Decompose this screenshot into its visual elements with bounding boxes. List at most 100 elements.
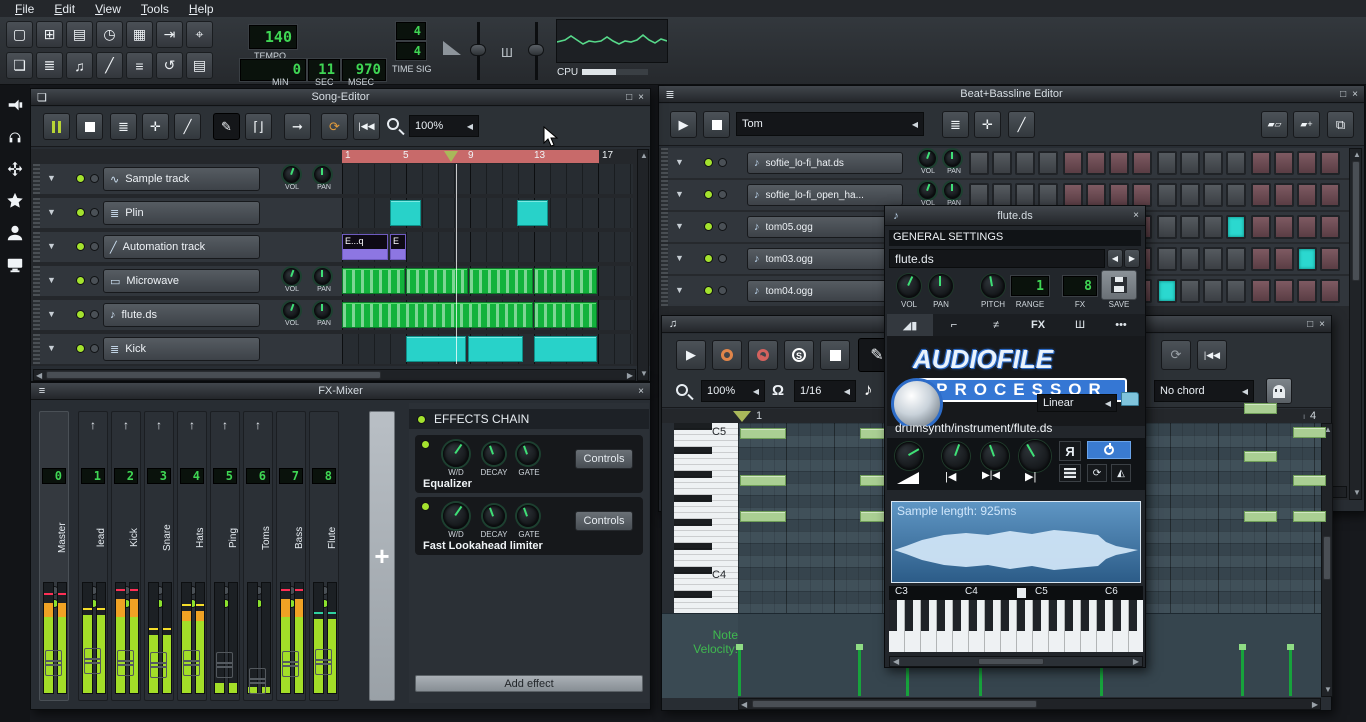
note-length-icon[interactable]: ♪: [864, 380, 873, 400]
fx-channel-bass[interactable]: 7Bass: [276, 411, 306, 701]
wd-knob[interactable]: [443, 441, 469, 467]
effects-chain-led[interactable]: [417, 415, 426, 424]
presets-arrows-icon[interactable]: [5, 159, 25, 179]
close-icon[interactable]: ×: [1319, 319, 1325, 330]
position-marker[interactable]: [733, 411, 751, 422]
pattern-clip[interactable]: [534, 268, 597, 294]
save-project-button[interactable]: ▦: [126, 21, 153, 48]
velocity-bar[interactable]: [1241, 650, 1244, 696]
track-expand-icon[interactable]: ▼: [675, 189, 684, 199]
track-grip[interactable]: [661, 212, 668, 242]
marker[interactable]: [1017, 588, 1026, 598]
track-solo-led[interactable]: [718, 254, 727, 263]
track-volume-knob[interactable]: [919, 182, 936, 199]
track-solo-led[interactable]: [90, 208, 99, 217]
step-cell[interactable]: [1038, 151, 1058, 175]
song-editor-titlebar[interactable]: ❏ Song-Editor □×: [31, 89, 650, 106]
stop-button[interactable]: [76, 113, 103, 140]
pattern-clip[interactable]: [534, 336, 597, 362]
step-cell[interactable]: [1180, 215, 1200, 239]
step-cell[interactable]: [1109, 183, 1129, 207]
step-cell[interactable]: [1180, 151, 1200, 175]
step-cell[interactable]: [1251, 247, 1271, 271]
tab-plugin[interactable]: ◢▮: [887, 314, 933, 336]
step-cell[interactable]: [1226, 279, 1246, 303]
playhead-marker[interactable]: [444, 151, 458, 162]
track-name-button[interactable]: ♪softie_lo-fi_open_ha...: [747, 184, 903, 206]
zoom-combo[interactable]: 100%◀: [409, 115, 479, 137]
menu-tools[interactable]: Tools: [132, 1, 178, 17]
maximize-icon[interactable]: □: [1307, 319, 1313, 330]
add-bb-track-button[interactable]: ≣: [110, 113, 137, 140]
track-mute-led[interactable]: [704, 190, 713, 199]
step-cell[interactable]: [1157, 279, 1177, 303]
pause-button[interactable]: [43, 113, 70, 140]
channel-fader[interactable]: [315, 649, 332, 675]
step-cell[interactable]: [1180, 279, 1200, 303]
follow-playback-button[interactable]: ➞: [284, 113, 311, 140]
step-cell[interactable]: [1157, 183, 1177, 207]
project-notes-button[interactable]: ↺: [156, 52, 183, 79]
stop-button[interactable]: [820, 340, 850, 370]
favorites-star-icon[interactable]: [5, 191, 25, 211]
toggle-automation-editor-button[interactable]: ╱: [96, 52, 123, 79]
add-fx-channel-button[interactable]: +: [369, 411, 395, 701]
decay-knob[interactable]: [483, 443, 505, 465]
note[interactable]: [1244, 403, 1277, 414]
track-mute-led[interactable]: [704, 158, 713, 167]
open-recent-button[interactable]: ◷: [96, 21, 123, 48]
play-button[interactable]: ▶: [670, 111, 697, 138]
track-mute-led[interactable]: [76, 208, 85, 217]
toggle-song-editor-button[interactable]: ❏: [6, 52, 33, 79]
fx-channel-kick[interactable]: ↑2Kick: [111, 411, 141, 701]
step-cell[interactable]: [1203, 279, 1223, 303]
instruments-plug-icon[interactable]: [5, 95, 25, 115]
step-cell[interactable]: [992, 183, 1012, 207]
fx-channel-toms[interactable]: ↑6Toms: [243, 411, 273, 701]
step-cell[interactable]: [1086, 183, 1106, 207]
step-cell[interactable]: [1297, 247, 1317, 271]
channel-fader[interactable]: [150, 652, 167, 678]
track-grip[interactable]: [33, 198, 40, 228]
effect-controls-button[interactable]: Controls: [575, 449, 633, 469]
channel-fader[interactable]: [249, 668, 266, 694]
track-solo-led[interactable]: [90, 344, 99, 353]
velocity-bar[interactable]: [1289, 650, 1292, 696]
loop-button[interactable]: ⟳: [321, 113, 348, 140]
step-cell[interactable]: [1226, 215, 1246, 239]
track-grip[interactable]: [33, 266, 40, 296]
pitch-knob[interactable]: [981, 274, 1005, 298]
step-cell[interactable]: [1180, 183, 1200, 207]
step-cell[interactable]: [1297, 279, 1317, 303]
effect-controls-button[interactable]: Controls: [575, 511, 633, 531]
track-name-button[interactable]: ∿Sample track: [103, 167, 260, 191]
maximize-icon[interactable]: □: [1340, 89, 1346, 100]
track-mute-led[interactable]: [704, 286, 713, 295]
channel-fader[interactable]: [84, 648, 101, 674]
track-grip[interactable]: [33, 334, 40, 364]
track-timeline-cells[interactable]: [342, 164, 633, 194]
pattern-clip[interactable]: [534, 302, 597, 328]
step-cell[interactable]: [969, 151, 989, 175]
track-solo-led[interactable]: [718, 286, 727, 295]
fx-channel-flute[interactable]: 8Flute: [309, 411, 339, 701]
step-cell[interactable]: [1063, 183, 1083, 207]
send-arrow-icon[interactable]: ↑: [79, 418, 107, 432]
remove-steps-button[interactable]: ▰▱: [1261, 111, 1288, 138]
track-volume-knob[interactable]: [283, 302, 300, 319]
fx-channel-ping[interactable]: ↑5Ping: [210, 411, 240, 701]
add-sample-track-button[interactable]: ✛: [974, 111, 1001, 138]
step-cell[interactable]: [1132, 151, 1152, 175]
bb-vscrollbar[interactable]: ▲ ▼: [1349, 148, 1362, 500]
step-cell[interactable]: [1180, 247, 1200, 271]
step-cell[interactable]: [1251, 279, 1271, 303]
automation-clip[interactable]: E...q: [342, 234, 388, 260]
send-arrow-icon[interactable]: ↑: [244, 418, 272, 432]
afp-hscrollbar[interactable]: ◀ ▶: [889, 656, 1143, 667]
whats-this-button[interactable]: ⌖: [186, 21, 213, 48]
step-cell[interactable]: [1203, 151, 1223, 175]
step-cell[interactable]: [1226, 247, 1246, 271]
pitch-range-display[interactable]: 1: [1011, 276, 1049, 296]
note[interactable]: [740, 475, 786, 486]
track-solo-led[interactable]: [90, 174, 99, 183]
